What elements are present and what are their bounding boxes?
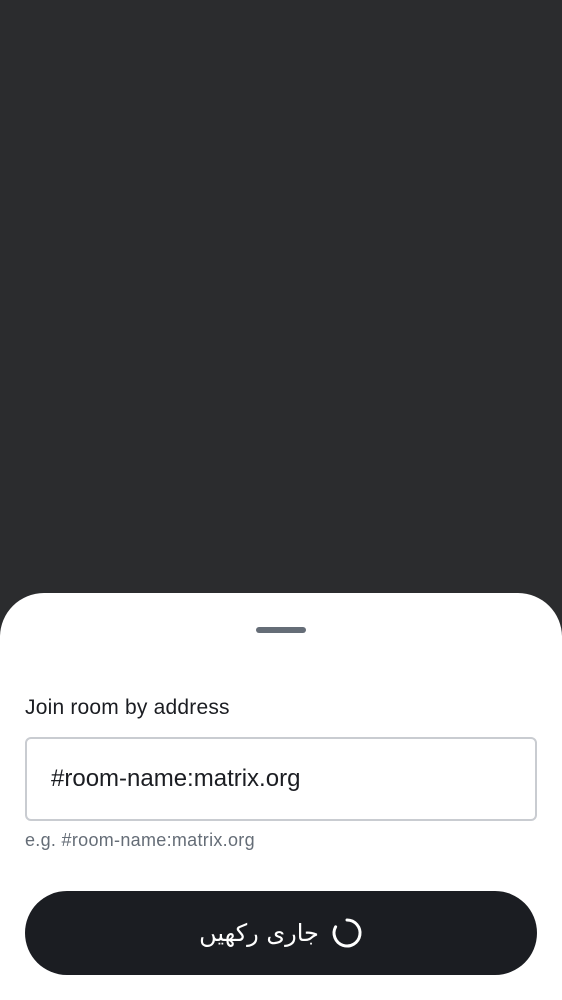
loading-spinner-icon [332,918,362,948]
join-room-bottom-sheet: Join room by address e.g. #room-name:mat… [0,593,562,1000]
join-room-label: Join room by address [25,696,230,719]
background-scrim[interactable] [0,0,562,620]
room-address-field[interactable] [25,737,537,821]
drag-handle[interactable] [256,627,306,633]
address-hint: e.g. #room-name:matrix.org [25,830,255,850]
screen: Join room by address e.g. #room-name:mat… [0,0,562,1000]
room-address-input[interactable] [51,739,511,819]
continue-button[interactable]: جاری رکھیں [25,891,537,975]
continue-button-label: جاری رکھیں [199,919,319,947]
